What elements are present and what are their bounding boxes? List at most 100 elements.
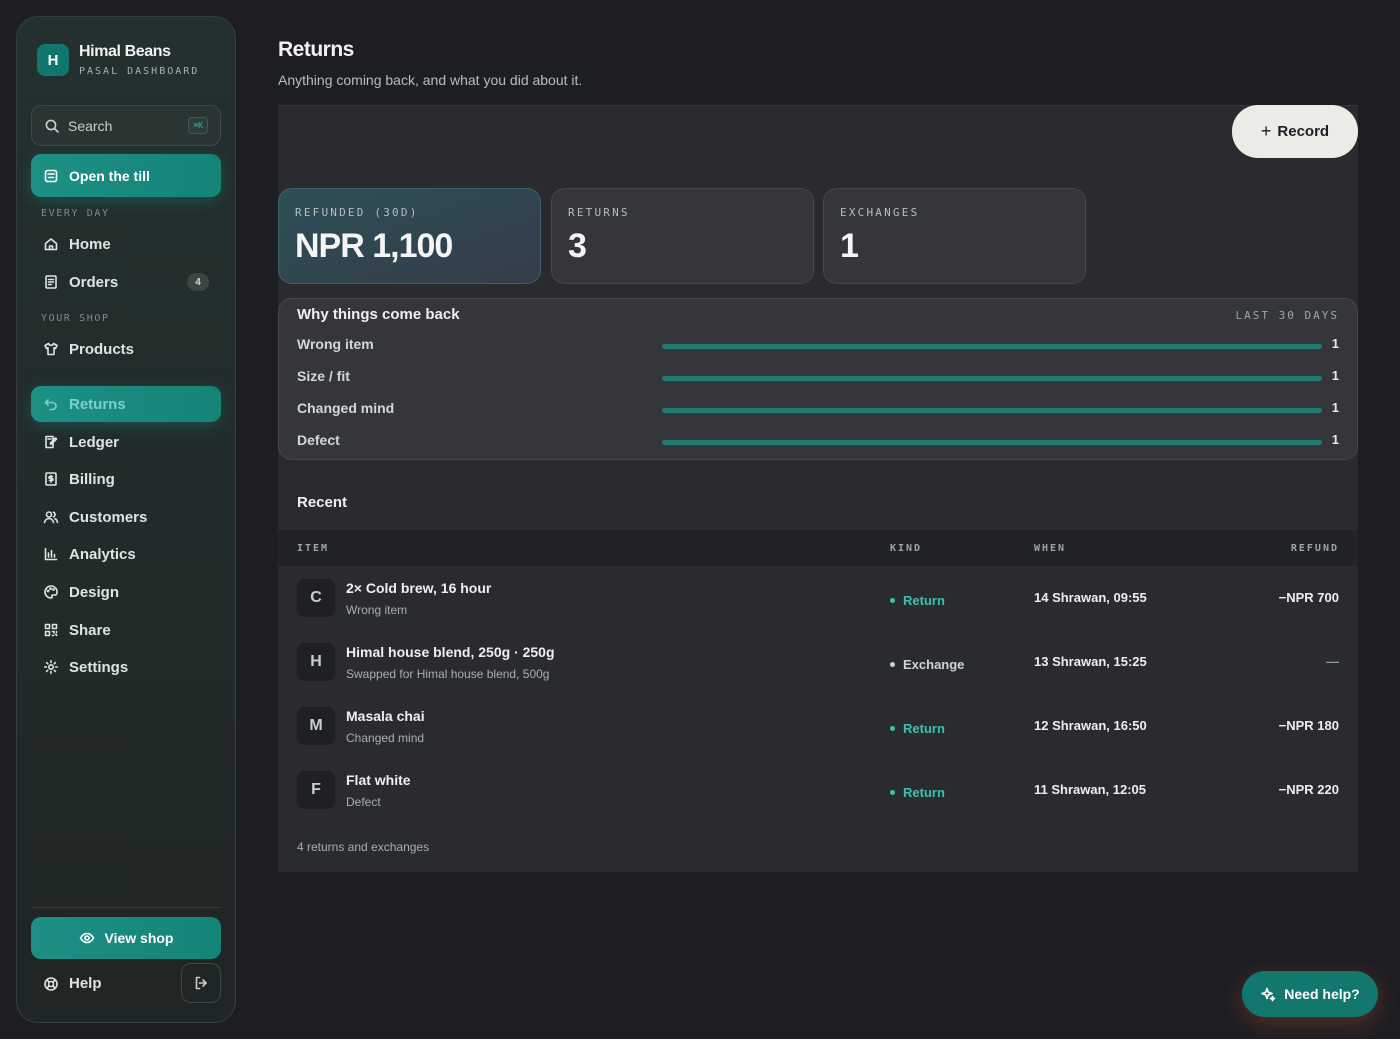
brand-logo: H [37,44,69,76]
table-header: ITEM KIND WHEN REFUND [278,530,1358,566]
lifebuoy-icon [43,976,59,992]
kind-label: Return [903,593,945,608]
sidebar: H Himal Beans PASAL DASHBOARD Search ⌘K … [16,16,236,1023]
register-icon [43,168,59,184]
column-header-when: WHEN [1034,543,1067,554]
brand-name: Himal Beans [79,43,171,60]
sidebar-item-label: Customers [69,508,148,526]
reason-count: 1 [1331,400,1339,415]
status-dot [890,598,895,603]
stat-value: NPR 1,100 [295,227,453,265]
palette-icon [43,584,59,600]
help-link[interactable]: Help [43,975,102,992]
eye-icon [79,930,95,946]
search-shortcut: ⌘K [188,117,208,134]
brand[interactable]: H Himal Beans PASAL DASHBOARD [37,43,199,77]
reason-label: Wrong item [297,336,374,352]
stat-value: 1 [840,227,859,265]
item-avatar: F [297,771,335,809]
refund-cell: −NPR 700 [1278,590,1339,605]
stat-label: RETURNS [568,206,630,219]
sidebar-item-products[interactable]: Products [31,331,221,367]
qr-icon [43,622,59,638]
home-icon [43,236,59,252]
stat-label: EXCHANGES [840,206,920,219]
sidebar-item-customers[interactable]: Customers [31,499,221,535]
reason-bar-fill [662,376,1322,381]
reason-row: Defect 1 [297,432,1339,452]
status-dot [890,790,895,795]
reason-count: 1 [1331,432,1339,447]
stat-value: 3 [568,227,587,265]
reason-bar-track [662,376,1322,381]
item-name: Masala chai [346,708,425,724]
search-box[interactable]: Search ⌘K [31,105,221,146]
sidebar-item-label: Analytics [69,545,136,563]
need-help-button[interactable]: Need help? [1242,971,1378,1017]
kind-badge: Return [890,593,945,608]
page-subtitle: Anything coming back, and what you did a… [278,72,583,88]
need-help-label: Need help? [1284,986,1360,1002]
sidebar-item-home[interactable]: Home [31,226,221,262]
reason-label: Changed mind [297,400,395,416]
orders-count-badge: 4 [187,273,209,291]
sidebar-item-analytics[interactable]: Analytics [31,536,221,572]
item-avatar: C [297,579,335,617]
logout-icon [193,975,209,991]
table-footnote: 4 returns and exchanges [297,840,430,854]
stat-card-returns: RETURNS 3 [551,188,814,284]
stat-label: REFUNDED (30D) [295,206,419,219]
table-row[interactable]: F Flat white Defect Return 11 Shrawan, 1… [278,758,1358,822]
reasons-title: Why things come back [297,306,460,323]
reason-bar-fill [662,408,1322,413]
section-label-your-shop: YOUR SHOP [41,313,110,324]
open-till-button[interactable]: Open the till [31,154,221,197]
sidebar-item-share[interactable]: Share [31,612,221,648]
billing-icon [43,471,59,487]
when-cell: 12 Shrawan, 16:50 [1034,718,1147,733]
sidebar-item-label: Home [69,235,111,253]
sidebar-item-label: Billing [69,470,115,488]
item-name: 2× Cold brew, 16 hour [346,580,492,596]
column-header-refund: REFUND [1290,543,1339,554]
reason-bar-track [662,408,1322,413]
recent-title: Recent [297,494,348,511]
record-button[interactable]: + Record [1232,105,1358,158]
sidebar-item-label: Design [69,583,120,601]
view-shop-button[interactable]: View shop [31,917,221,959]
sidebar-item-settings[interactable]: Settings [31,649,221,685]
reason-label: Defect [297,432,340,448]
refund-cell: −NPR 220 [1278,782,1339,797]
column-header-kind: KIND [890,543,923,554]
sidebar-item-ledger[interactable]: Ledger [31,424,221,460]
reasons-card: Why things come back LAST 30 DAYS Wrong … [278,298,1358,460]
receipt-icon [43,274,59,290]
table-row[interactable]: H Himal house blend, 250g · 250g Swapped… [278,630,1358,694]
sparkle-icon [1260,986,1276,1002]
sidebar-item-label: Orders [69,273,119,291]
table-row[interactable]: M Masala chai Changed mind Return 12 Shr… [278,694,1358,758]
record-label: Record [1277,123,1330,140]
brand-subtitle: PASAL DASHBOARD [79,66,200,77]
shirt-icon [43,341,59,357]
help-label: Help [69,975,102,992]
reason-row: Wrong item 1 [297,336,1339,356]
sidebar-item-design[interactable]: Design [31,574,221,610]
sidebar-item-billing[interactable]: Billing [31,461,221,497]
when-cell: 11 Shrawan, 12:05 [1034,782,1147,797]
sidebar-item-orders[interactable]: Orders 4 [31,264,221,300]
when-cell: 13 Shrawan, 15:25 [1034,654,1147,669]
users-icon [43,509,59,525]
item-note: Defect [346,795,381,809]
item-name: Himal house blend, 250g · 250g [346,644,555,660]
kind-label: Return [903,721,945,736]
sidebar-item-returns[interactable]: Returns [31,386,221,422]
sidebar-item-label: Products [69,340,135,358]
logout-button[interactable] [181,963,221,1003]
search-icon [44,118,60,134]
table-row[interactable]: C 2× Cold brew, 16 hour Wrong item Retur… [278,566,1358,630]
item-avatar: M [297,707,335,745]
refund-cell: — [1326,654,1339,669]
undo-icon [43,396,59,412]
kind-label: Exchange [903,657,965,672]
